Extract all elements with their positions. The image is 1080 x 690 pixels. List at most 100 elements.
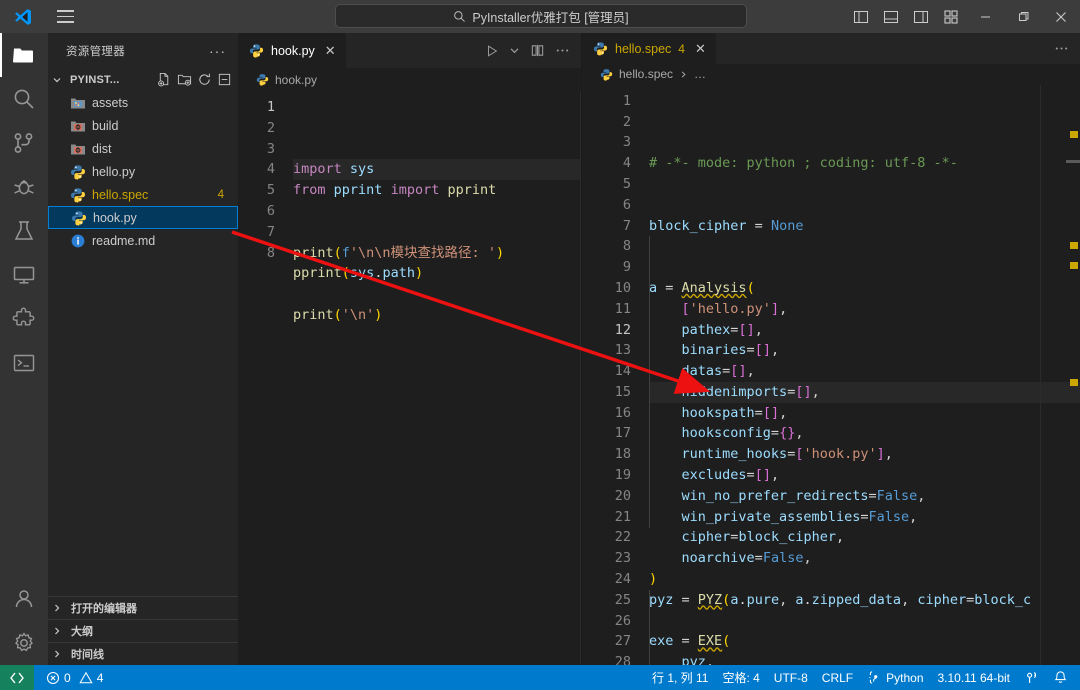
status-notifications[interactable] [1046,665,1080,690]
problems-status-button[interactable]: 0 4 [34,665,110,690]
code-line[interactable]: runtime_hooks=['hook.py'], [649,444,1080,465]
toggle-primary-sidebar-icon[interactable] [846,0,876,33]
code-line[interactable] [649,195,1080,216]
status-indentation[interactable]: 空格: 4 [715,665,766,690]
code-content-left[interactable]: import sysfrom pprint import pprint prin… [284,91,581,665]
status-python-interpreter[interactable]: 3.10.11 64-bit [931,665,1018,690]
run-options-chevron-icon[interactable] [509,45,520,56]
tree-item-assets[interactable]: assets [48,91,238,114]
code-line[interactable]: hookspath=[], [649,403,1080,424]
status-language-mode[interactable]: Python [860,665,930,690]
remote-indicator-button[interactable] [0,665,34,690]
code-line[interactable]: cipher=block_cipher, [649,527,1080,548]
section-timeline[interactable]: 时间线 [48,642,238,665]
window-minimize-button[interactable] [966,0,1004,33]
window-close-button[interactable] [1042,0,1080,33]
section-outline[interactable]: 大纲 [48,619,238,642]
overview-ruler[interactable] [1066,85,1080,665]
close-icon[interactable]: ✕ [325,44,336,57]
accounts-button[interactable] [0,577,48,621]
extensions-puzzle-icon [12,307,36,331]
section-open-editors[interactable]: 打开的编辑器 [48,596,238,619]
code-line[interactable] [293,222,581,243]
code-line[interactable]: ) [649,569,1080,590]
code-line[interactable]: win_private_assemblies=False, [649,507,1080,528]
code-line[interactable]: win_no_prefer_redirects=False, [649,486,1080,507]
new-folder-icon[interactable] [177,72,192,87]
code-line[interactable]: datas=[], [649,361,1080,382]
more-actions-icon[interactable] [1054,41,1069,56]
code-line[interactable]: import sys [293,159,581,180]
code-line[interactable] [293,201,581,222]
status-cursor-position[interactable]: 行 1, 列 11 [645,665,715,690]
code-line[interactable] [293,284,581,305]
code-editor-left[interactable]: 12345678 import sysfrom pprint import pp… [238,91,581,665]
breadcrumb-overflow-label[interactable]: … [694,67,706,81]
more-actions-icon[interactable] [555,43,570,58]
code-line[interactable]: from pprint import pprint [293,180,581,201]
sidebar-item-source-control[interactable] [0,121,48,165]
tab-hello-spec[interactable]: hello.spec 4 ✕ [582,33,717,64]
new-file-icon[interactable] [157,72,172,87]
line-number: 3 [582,132,640,153]
sidebar-item-terminal[interactable] [0,341,48,385]
code-line[interactable]: ['hello.py'], [649,299,1080,320]
code-line[interactable]: print(f'\n\n模块查找路径: ') [293,243,581,264]
code-line[interactable] [649,174,1080,195]
tree-item-readme-md[interactable]: readme.md [48,229,238,252]
sidebar-item-testing[interactable] [0,209,48,253]
sidebar-more-actions-icon[interactable]: ··· [209,43,232,59]
code-line[interactable] [649,257,1080,278]
window-restore-button[interactable] [1004,0,1042,33]
sidebar-item-search[interactable] [0,77,48,121]
code-line[interactable]: hooksconfig={}, [649,423,1080,444]
collapse-all-icon[interactable] [217,72,232,87]
tree-item-hello-py[interactable]: hello.py [48,160,238,183]
code-line[interactable]: exe = EXE( [649,631,1080,652]
main-menu-button[interactable] [46,8,84,25]
status-remote-broadcast[interactable] [1017,665,1046,690]
code-line[interactable]: pyz = PYZ(a.pure, a.zipped_data, cipher=… [649,590,1080,611]
status-encoding[interactable]: UTF-8 [767,665,815,690]
code-line[interactable]: pyz, [649,652,1080,665]
code-line[interactable]: pprint(sys.path) [293,263,581,284]
code-line[interactable] [649,611,1080,632]
folder-section-header[interactable]: PYINST... [48,68,238,91]
code-line[interactable]: pathex=[], [649,320,1080,341]
tree-item-problem-badge: 4 [218,189,238,201]
sidebar-item-explorer[interactable] [0,33,48,77]
code-line[interactable]: excludes=[], [649,465,1080,486]
code-line[interactable] [649,236,1080,257]
command-center-search[interactable]: PyInstaller优雅打包 [管理员] [335,4,747,28]
status-eol[interactable]: CRLF [815,665,860,690]
code-line[interactable]: print('\n') [293,305,581,326]
close-icon[interactable]: ✕ [695,42,706,55]
refresh-icon[interactable] [197,72,212,87]
manage-settings-button[interactable] [0,621,48,665]
editor-group-right: hello.spec 4 ✕ [582,33,1080,665]
sidebar-item-run-and-debug[interactable] [0,165,48,209]
overview-ruler-slider[interactable] [1066,160,1080,163]
code-editor-right[interactable]: 1234567891011121314151617181920212223242… [582,85,1080,665]
toggle-panel-icon[interactable] [876,0,906,33]
tree-item-build[interactable]: build [48,114,238,137]
sidebar-item-remote-explorer[interactable] [0,253,48,297]
tab-hook-py[interactable]: hook.py ✕ [238,33,347,68]
code-line[interactable]: # -*- mode: python ; coding: utf-8 -*- [649,153,1080,174]
tree-item-hello-spec[interactable]: hello.spec 4 [48,183,238,206]
tree-item-hook-py[interactable]: hook.py [48,206,238,229]
split-editor-right-icon[interactable] [530,43,545,58]
tree-item-dist[interactable]: dist [48,137,238,160]
code-line[interactable]: noarchive=False, [649,548,1080,569]
breadcrumb-left[interactable]: hook.py [238,68,581,91]
toggle-secondary-sidebar-icon[interactable] [906,0,936,33]
code-content-right[interactable]: # -*- mode: python ; coding: utf-8 -*- b… [640,85,1080,665]
code-line[interactable]: binaries=[], [649,340,1080,361]
code-line[interactable]: block_cipher = None [649,216,1080,237]
breadcrumb-right[interactable]: hello.spec … [582,64,1080,85]
code-line[interactable]: hiddenimports=[], [649,382,1080,403]
sidebar-item-extensions[interactable] [0,297,48,341]
customize-layout-icon[interactable] [936,0,966,33]
run-python-file-icon[interactable] [485,44,499,58]
code-line[interactable]: a = Analysis( [649,278,1080,299]
